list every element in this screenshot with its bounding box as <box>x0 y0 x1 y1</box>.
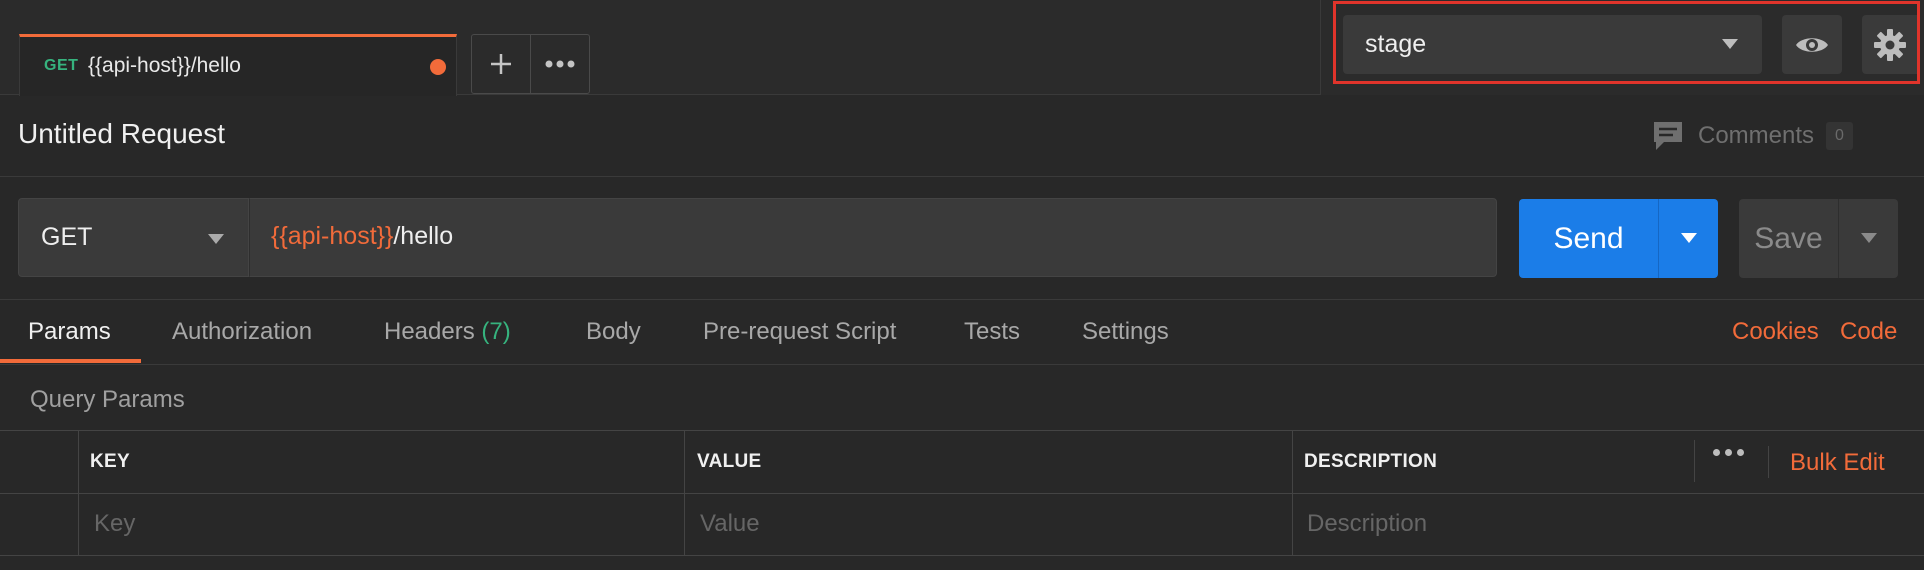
url-variable: {{api-host}} <box>271 222 394 250</box>
description-input[interactable]: Description <box>1307 510 1427 538</box>
table-border <box>0 555 1924 556</box>
table-border <box>0 493 1924 494</box>
request-name[interactable]: Untitled Request <box>18 118 225 150</box>
method-select[interactable]: GET <box>18 198 249 277</box>
save-button[interactable]: Save <box>1739 199 1838 278</box>
comments-count: 0 <box>1826 122 1853 150</box>
chevron-down-icon <box>1681 233 1697 243</box>
bulk-edit-link[interactable]: Bulk Edit <box>1790 449 1885 477</box>
comments-button[interactable]: Comments 0 <box>1652 116 1853 156</box>
divider <box>1768 446 1769 478</box>
request-tab[interactable]: GET {{api-host}}/hello <box>19 34 457 96</box>
method-selected-value: GET <box>41 223 93 251</box>
url-path: /hello <box>393 222 454 250</box>
more-horizontal-icon <box>1713 449 1720 456</box>
comments-label: Comments <box>1698 122 1815 149</box>
query-params-title: Query Params <box>30 386 185 413</box>
url-text: {{api-host}}/hello <box>271 222 453 251</box>
divider <box>0 299 1924 300</box>
cookies-link[interactable]: Cookies <box>1732 318 1819 346</box>
tab-pre-request-script[interactable]: Pre-request Script <box>703 318 896 346</box>
tab-body[interactable]: Body <box>586 318 641 346</box>
chevron-down-icon <box>208 234 224 244</box>
tab-actions <box>471 34 590 94</box>
comment-icon <box>1654 122 1682 150</box>
column-divider <box>1694 440 1695 482</box>
more-dot <box>1725 449 1732 456</box>
request-tab-method: GET <box>44 57 79 74</box>
key-input[interactable]: Key <box>94 510 135 538</box>
tab-headers-count: (7) <box>481 318 511 345</box>
column-divider <box>78 431 79 555</box>
plus-icon <box>491 54 511 74</box>
tab-tests[interactable]: Tests <box>964 318 1020 346</box>
table-options-button[interactable] <box>1713 449 1744 456</box>
more-dot <box>1737 449 1744 456</box>
tab-settings[interactable]: Settings <box>1082 318 1169 346</box>
tab-headers-label: Headers <box>384 318 475 345</box>
new-tab-button[interactable] <box>472 35 530 93</box>
more-horizontal-icon <box>545 60 575 68</box>
column-header-key: KEY <box>90 451 130 472</box>
chevron-down-icon <box>1861 233 1877 243</box>
table-border <box>0 430 1924 431</box>
value-input[interactable]: Value <box>700 510 760 538</box>
url-input[interactable]: {{api-host}}/hello <box>249 198 1497 277</box>
column-header-value: VALUE <box>697 451 762 472</box>
column-header-description: DESCRIPTION <box>1304 451 1438 472</box>
tab-authorization[interactable]: Authorization <box>172 318 312 346</box>
active-tab-indicator <box>0 359 141 363</box>
unsaved-changes-dot <box>430 59 446 75</box>
divider <box>0 176 1924 177</box>
tab-more-button[interactable] <box>530 35 589 93</box>
save-options-button[interactable] <box>1838 199 1898 278</box>
environment-highlight-box <box>1333 1 1920 84</box>
send-options-button[interactable] <box>1658 199 1718 278</box>
divider <box>0 364 1924 365</box>
column-divider <box>684 431 685 555</box>
code-link[interactable]: Code <box>1840 318 1897 346</box>
column-divider <box>1292 431 1293 555</box>
tab-headers[interactable]: Headers (7) <box>384 318 511 346</box>
send-button[interactable]: Send <box>1519 199 1658 278</box>
tab-params[interactable]: Params <box>28 318 111 346</box>
request-tab-title: {{api-host}}/hello <box>88 54 241 77</box>
